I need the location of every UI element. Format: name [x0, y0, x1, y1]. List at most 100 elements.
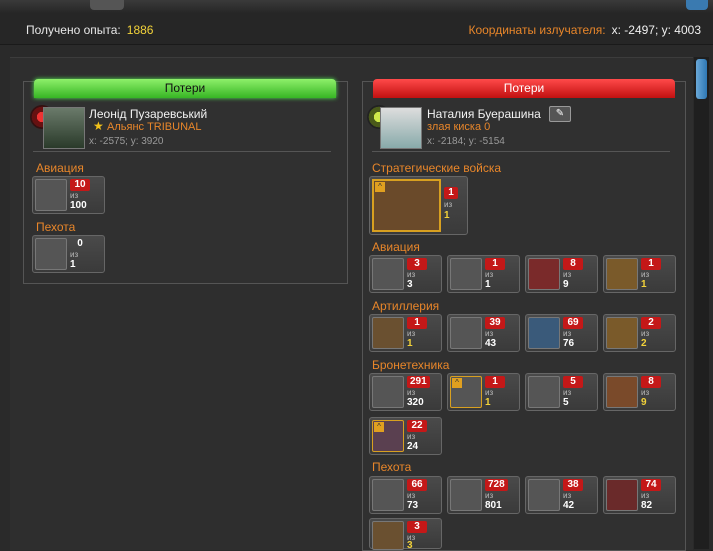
unit-card[interactable]: 3 из 3: [369, 518, 442, 551]
unit-of-label: из: [407, 270, 416, 279]
unit-of-label: из: [485, 491, 494, 500]
unit-lost-count: 1: [485, 376, 505, 388]
unit-total-count: 320: [407, 397, 424, 408]
armor-icon: ^: [450, 376, 482, 408]
unit-lost-count: 2: [641, 317, 661, 329]
attacker-avatar[interactable]: [43, 107, 85, 149]
unit-card[interactable]: 8 из 9: [603, 373, 676, 411]
artillery-icon: [372, 317, 404, 349]
unit-lost-count: 0: [77, 238, 83, 249]
unit-of-label: из: [641, 388, 650, 397]
defender-name[interactable]: Наталия Буерашина: [427, 107, 541, 121]
top-strip: [0, 0, 713, 14]
defender-avatar[interactable]: [380, 107, 422, 149]
attacker-divider: [33, 151, 331, 152]
unit-card[interactable]: 1 из 1: [369, 314, 442, 352]
edit-pencil-icon[interactable]: ✎: [549, 106, 571, 122]
unit-card[interactable]: 0 из 1: [32, 235, 105, 273]
unit-total-count: 3: [407, 279, 413, 290]
unit-total-count: 5: [563, 397, 569, 408]
unit-total-count: 9: [641, 397, 647, 408]
defender-category-infantry: Пехота: [372, 460, 412, 474]
unit-card-strategic[interactable]: ^ 1 из 1: [369, 176, 468, 235]
unit-lost-count: 1: [444, 187, 458, 199]
unit-lost-count: 74: [641, 479, 661, 491]
unit-card[interactable]: 8 из 9: [525, 255, 598, 293]
aircraft-icon: [606, 258, 638, 290]
infantry-icon: [606, 479, 638, 511]
unit-of-label: из: [641, 491, 650, 500]
unit-total-count: 42: [563, 500, 575, 511]
defender-alliance-count: 0: [484, 121, 491, 133]
unit-of-label: из: [70, 250, 79, 259]
unit-card[interactable]: ^ 22 из 24: [369, 417, 442, 455]
defender-category-artillery: Артиллерия: [372, 299, 440, 313]
unit-card[interactable]: ^ 1 из 1: [447, 373, 520, 411]
unit-total-count: 1: [485, 279, 491, 290]
unit-total-count: 76: [563, 338, 575, 349]
unit-card[interactable]: 5 из 5: [525, 373, 598, 411]
unit-card[interactable]: 39 из 43: [447, 314, 520, 352]
infantry-icon: [372, 521, 404, 550]
unit-card[interactable]: 2 из 2: [603, 314, 676, 352]
aircraft-icon: [528, 258, 560, 290]
attacker-alliance[interactable]: Альянс TRIBUNAL: [107, 121, 201, 133]
unit-lost-count: 1: [407, 317, 427, 329]
infantry-icon: [35, 238, 67, 270]
armor-icon: [606, 376, 638, 408]
unit-card[interactable]: 291 из 320: [369, 373, 442, 411]
attacker-category-aviation: Авиация: [36, 161, 84, 175]
defender-category-armor: Бронетехника: [372, 358, 450, 372]
scrollbar[interactable]: [694, 57, 709, 549]
unit-lost-count: 22: [407, 420, 427, 432]
infantry-icon: [450, 479, 482, 511]
unit-of-label: из: [485, 329, 494, 338]
artillery-icon: [450, 317, 482, 349]
unit-lost-count: 3: [407, 521, 427, 533]
aircraft-icon: [35, 179, 67, 211]
unit-lost-count: 10: [70, 179, 90, 191]
unit-card[interactable]: 1 из 1: [603, 255, 676, 293]
unit-card[interactable]: 728 из 801: [447, 476, 520, 514]
unit-lost-count: 728: [485, 479, 508, 491]
unit-card[interactable]: 10 из 100: [32, 176, 105, 214]
attacker-name[interactable]: Леонід Пузаревський: [89, 107, 207, 121]
artillery-icon: [528, 317, 560, 349]
unit-card[interactable]: 66 из 73: [369, 476, 442, 514]
top-corner-button[interactable]: [686, 0, 708, 10]
rank-chevron-icon: ^: [452, 378, 462, 388]
defender-alliance[interactable]: злая киска 0: [427, 121, 490, 133]
infantry-icon: [528, 479, 560, 511]
unit-of-label: из: [563, 270, 572, 279]
defender-divider: [372, 151, 670, 152]
unit-card[interactable]: 38 из 42: [525, 476, 598, 514]
unit-total-count: 2: [641, 338, 647, 349]
unit-of-label: из: [641, 329, 650, 338]
unit-lost-count: 1: [641, 258, 661, 270]
top-tab-button[interactable]: [90, 0, 124, 10]
unit-card[interactable]: 74 из 82: [603, 476, 676, 514]
unit-card[interactable]: 1 из 1: [447, 255, 520, 293]
attacker-coords: x: -2575; y: 3920: [89, 136, 164, 147]
emitter-readout: Координаты излучателя: x: -2497; y: 4003: [468, 23, 701, 37]
unit-total-count: 100: [70, 200, 87, 211]
unit-card[interactable]: 3 из 3: [369, 255, 442, 293]
unit-total-count: 43: [485, 338, 497, 349]
infantry-icon: [372, 479, 404, 511]
unit-of-label: из: [444, 200, 453, 209]
aircraft-icon: [450, 258, 482, 290]
unit-lost-count: 291: [407, 376, 430, 388]
unit-total-count: 9: [563, 279, 569, 290]
unit-total-count: 24: [407, 441, 419, 452]
defender-losses-header: Потери: [373, 79, 675, 98]
unit-total-count: 1: [70, 259, 76, 270]
unit-of-label: из: [407, 388, 416, 397]
defender-alliance-name[interactable]: злая киска: [427, 121, 481, 133]
unit-lost-count: 38: [563, 479, 583, 491]
scrollbar-thumb[interactable]: [696, 59, 707, 99]
emitter-coords: x: -2497; y: 4003: [611, 23, 701, 37]
strategic-unit-icon: ^: [372, 179, 441, 232]
armor-icon: [372, 376, 404, 408]
unit-card[interactable]: 69 из 76: [525, 314, 598, 352]
unit-of-label: из: [407, 329, 416, 338]
